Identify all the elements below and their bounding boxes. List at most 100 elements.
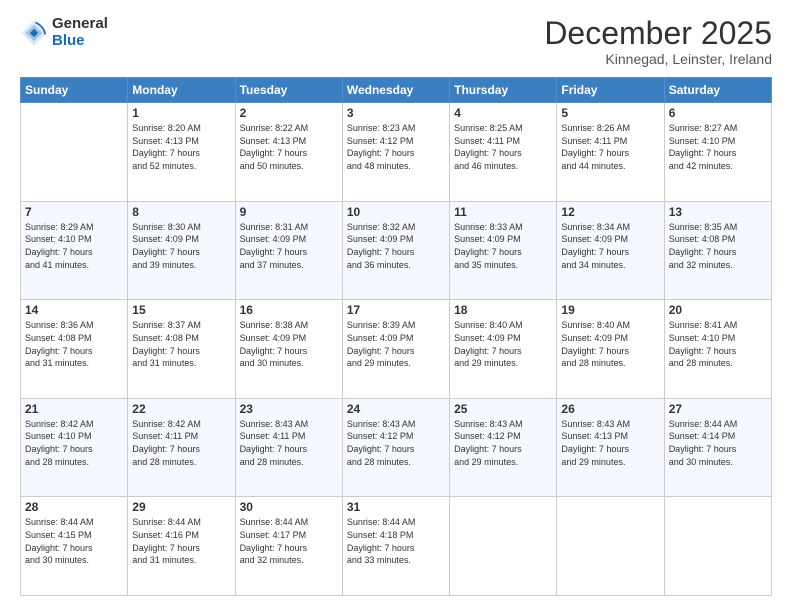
day-number: 5 [561, 106, 659, 120]
calendar-cell: 25 Sunrise: 8:43 AM Sunset: 4:12 PM Dayli… [450, 398, 557, 497]
day-info: Sunrise: 8:44 AM Sunset: 4:15 PM Dayligh… [25, 516, 123, 566]
calendar-cell [664, 497, 771, 596]
day-number: 15 [132, 303, 230, 317]
month-title: December 2025 [544, 16, 772, 51]
day-number: 10 [347, 205, 445, 219]
day-info: Sunrise: 8:38 AM Sunset: 4:09 PM Dayligh… [240, 319, 338, 369]
day-info: Sunrise: 8:27 AM Sunset: 4:10 PM Dayligh… [669, 122, 767, 172]
week-row-3: 14 Sunrise: 8:36 AM Sunset: 4:08 PM Dayli… [21, 300, 772, 399]
logo-blue: Blue [52, 33, 108, 50]
weekday-header-tuesday: Tuesday [235, 78, 342, 103]
day-number: 16 [240, 303, 338, 317]
calendar-cell: 22Sunrise: 8:42 AM Sunset: 4:11 PM Dayli… [128, 398, 235, 497]
calendar-cell: 5 Sunrise: 8:26 AM Sunset: 4:11 PM Daylig… [557, 103, 664, 202]
calendar-cell: 24 Sunrise: 8:43 AM Sunset: 4:12 PM Dayli… [342, 398, 449, 497]
day-info: Sunrise: 8:23 AM Sunset: 4:12 PM Dayligh… [347, 122, 445, 172]
week-row-2: 7Sunrise: 8:29 AM Sunset: 4:10 PM Daylig… [21, 201, 772, 300]
calendar-cell [21, 103, 128, 202]
day-info: Sunrise: 8:44 AM Sunset: 4:18 PM Dayligh… [347, 516, 445, 566]
calendar-cell: 20 Sunrise: 8:41 AM Sunset: 4:10 PM Dayli… [664, 300, 771, 399]
day-number: 17 [347, 303, 445, 317]
weekday-header-wednesday: Wednesday [342, 78, 449, 103]
day-number: 20 [669, 303, 767, 317]
calendar-cell: 7Sunrise: 8:29 AM Sunset: 4:10 PM Daylig… [21, 201, 128, 300]
logo-general: General [52, 16, 108, 33]
day-number: 2 [240, 106, 338, 120]
weekday-header-monday: Monday [128, 78, 235, 103]
logo-text: General Blue [52, 16, 108, 49]
day-info: Sunrise: 8:31 AM Sunset: 4:09 PM Dayligh… [240, 221, 338, 271]
day-number: 9 [240, 205, 338, 219]
day-info: Sunrise: 8:37 AM Sunset: 4:08 PM Dayligh… [132, 319, 230, 369]
calendar-cell: 28 Sunrise: 8:44 AM Sunset: 4:15 PM Dayli… [21, 497, 128, 596]
day-info: Sunrise: 8:29 AM Sunset: 4:10 PM Dayligh… [25, 221, 123, 271]
day-info: Sunrise: 8:43 AM Sunset: 4:12 PM Dayligh… [454, 418, 552, 468]
day-number: 11 [454, 205, 552, 219]
calendar-cell [557, 497, 664, 596]
logo-icon [20, 19, 48, 47]
day-info: Sunrise: 8:36 AM Sunset: 4:08 PM Dayligh… [25, 319, 123, 369]
day-number: 19 [561, 303, 659, 317]
calendar-cell: 27 Sunrise: 8:44 AM Sunset: 4:14 PM Dayli… [664, 398, 771, 497]
day-info: Sunrise: 8:34 AM Sunset: 4:09 PM Dayligh… [561, 221, 659, 271]
day-info: Sunrise: 8:26 AM Sunset: 4:11 PM Dayligh… [561, 122, 659, 172]
day-number: 25 [454, 402, 552, 416]
calendar-cell: 9 Sunrise: 8:31 AM Sunset: 4:09 PM Daylig… [235, 201, 342, 300]
day-info: Sunrise: 8:43 AM Sunset: 4:13 PM Dayligh… [561, 418, 659, 468]
day-number: 18 [454, 303, 552, 317]
day-number: 8 [132, 205, 230, 219]
calendar-cell: 19 Sunrise: 8:40 AM Sunset: 4:09 PM Dayli… [557, 300, 664, 399]
calendar-cell: 8 Sunrise: 8:30 AM Sunset: 4:09 PM Daylig… [128, 201, 235, 300]
day-info: Sunrise: 8:43 AM Sunset: 4:12 PM Dayligh… [347, 418, 445, 468]
calendar-cell: 11 Sunrise: 8:33 AM Sunset: 4:09 PM Dayli… [450, 201, 557, 300]
calendar-cell: 15 Sunrise: 8:37 AM Sunset: 4:08 PM Dayli… [128, 300, 235, 399]
day-number: 31 [347, 500, 445, 514]
day-info: Sunrise: 8:33 AM Sunset: 4:09 PM Dayligh… [454, 221, 552, 271]
day-info: Sunrise: 8:40 AM Sunset: 4:09 PM Dayligh… [454, 319, 552, 369]
day-info: Sunrise: 8:20 AM Sunset: 4:13 PM Dayligh… [132, 122, 230, 172]
calendar-cell: 3Sunrise: 8:23 AM Sunset: 4:12 PM Daylig… [342, 103, 449, 202]
calendar-cell: 18 Sunrise: 8:40 AM Sunset: 4:09 PM Dayli… [450, 300, 557, 399]
weekday-header-saturday: Saturday [664, 78, 771, 103]
day-info: Sunrise: 8:41 AM Sunset: 4:10 PM Dayligh… [669, 319, 767, 369]
day-info: Sunrise: 8:25 AM Sunset: 4:11 PM Dayligh… [454, 122, 552, 172]
calendar-cell: 16 Sunrise: 8:38 AM Sunset: 4:09 PM Dayli… [235, 300, 342, 399]
page: General Blue December 2025 Kinnegad, Lei… [0, 0, 792, 612]
day-info: Sunrise: 8:42 AM Sunset: 4:10 PM Dayligh… [25, 418, 123, 468]
day-info: Sunrise: 8:30 AM Sunset: 4:09 PM Dayligh… [132, 221, 230, 271]
day-number: 30 [240, 500, 338, 514]
day-info: Sunrise: 8:40 AM Sunset: 4:09 PM Dayligh… [561, 319, 659, 369]
weekday-header-sunday: Sunday [21, 78, 128, 103]
day-number: 1 [132, 106, 230, 120]
day-info: Sunrise: 8:44 AM Sunset: 4:16 PM Dayligh… [132, 516, 230, 566]
calendar-cell: 29 Sunrise: 8:44 AM Sunset: 4:16 PM Dayli… [128, 497, 235, 596]
day-number: 13 [669, 205, 767, 219]
calendar-cell: 31 Sunrise: 8:44 AM Sunset: 4:18 PM Dayli… [342, 497, 449, 596]
day-number: 28 [25, 500, 123, 514]
calendar-cell: 13Sunrise: 8:35 AM Sunset: 4:08 PM Dayli… [664, 201, 771, 300]
day-number: 27 [669, 402, 767, 416]
day-number: 4 [454, 106, 552, 120]
day-info: Sunrise: 8:44 AM Sunset: 4:17 PM Dayligh… [240, 516, 338, 566]
day-number: 22 [132, 402, 230, 416]
day-number: 24 [347, 402, 445, 416]
calendar-cell: 2Sunrise: 8:22 AM Sunset: 4:13 PM Daylig… [235, 103, 342, 202]
calendar-cell [450, 497, 557, 596]
day-number: 14 [25, 303, 123, 317]
calendar-cell: 14 Sunrise: 8:36 AM Sunset: 4:08 PM Dayli… [21, 300, 128, 399]
calendar-cell: 17Sunrise: 8:39 AM Sunset: 4:09 PM Dayli… [342, 300, 449, 399]
day-info: Sunrise: 8:44 AM Sunset: 4:14 PM Dayligh… [669, 418, 767, 468]
day-number: 26 [561, 402, 659, 416]
week-row-5: 28 Sunrise: 8:44 AM Sunset: 4:15 PM Dayli… [21, 497, 772, 596]
calendar-cell: 6 Sunrise: 8:27 AM Sunset: 4:10 PM Daylig… [664, 103, 771, 202]
calendar-cell: 4 Sunrise: 8:25 AM Sunset: 4:11 PM Daylig… [450, 103, 557, 202]
day-number: 6 [669, 106, 767, 120]
week-row-4: 21Sunrise: 8:42 AM Sunset: 4:10 PM Dayli… [21, 398, 772, 497]
location-title: Kinnegad, Leinster, Ireland [544, 51, 772, 67]
day-info: Sunrise: 8:32 AM Sunset: 4:09 PM Dayligh… [347, 221, 445, 271]
day-number: 29 [132, 500, 230, 514]
week-row-1: 1 Sunrise: 8:20 AM Sunset: 4:13 PM Daylig… [21, 103, 772, 202]
day-number: 23 [240, 402, 338, 416]
calendar-cell: 30 Sunrise: 8:44 AM Sunset: 4:17 PM Dayli… [235, 497, 342, 596]
weekday-header-thursday: Thursday [450, 78, 557, 103]
